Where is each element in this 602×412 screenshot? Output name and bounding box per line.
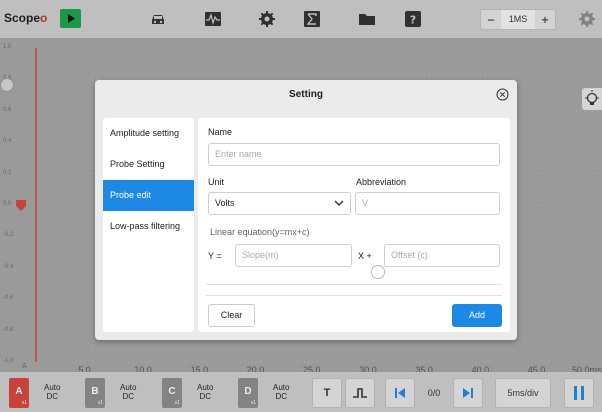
- nav-item-low-pass-filtering[interactable]: Low-pass filtering: [103, 211, 194, 242]
- close-icon: [496, 88, 509, 101]
- y-equals-label: Y =: [208, 251, 222, 261]
- nav-item-amplitude-setting[interactable]: Amplitude setting: [103, 118, 194, 149]
- x-plus-label: X +: [358, 251, 372, 261]
- form-divider: [206, 295, 502, 296]
- close-button[interactable]: [496, 88, 509, 101]
- unit-label: Unit: [208, 177, 225, 187]
- scrolled-field-edge: [206, 284, 502, 285]
- slope-field[interactable]: Slope(m): [235, 244, 352, 267]
- name-label: Name: [208, 127, 233, 137]
- abbreviation-label: Abbreviation: [356, 177, 407, 187]
- add-button[interactable]: Add: [452, 304, 502, 327]
- setting-dialog: Setting Amplitude setting Probe Setting …: [95, 80, 517, 340]
- unit-select[interactable]: Volts: [208, 192, 351, 215]
- dialog-title: Setting: [289, 89, 323, 100]
- offset-field[interactable]: Offset (c): [384, 244, 500, 267]
- touch-indicator: [371, 265, 385, 279]
- probe-edit-panel: Name Enter name Unit Volts Abbreviation …: [198, 118, 510, 332]
- abbreviation-field[interactable]: V: [355, 192, 500, 215]
- nav-item-probe-edit[interactable]: Probe edit: [103, 180, 194, 211]
- clear-button[interactable]: Clear: [208, 304, 255, 327]
- settings-nav: Amplitude setting Probe Setting Probe ed…: [103, 118, 194, 332]
- linear-equation-label: Linear equation(y=mx+c): [210, 227, 310, 237]
- chevron-down-icon: [334, 200, 344, 206]
- nav-item-probe-setting[interactable]: Probe Setting: [103, 149, 194, 180]
- name-field[interactable]: Enter name: [208, 143, 500, 166]
